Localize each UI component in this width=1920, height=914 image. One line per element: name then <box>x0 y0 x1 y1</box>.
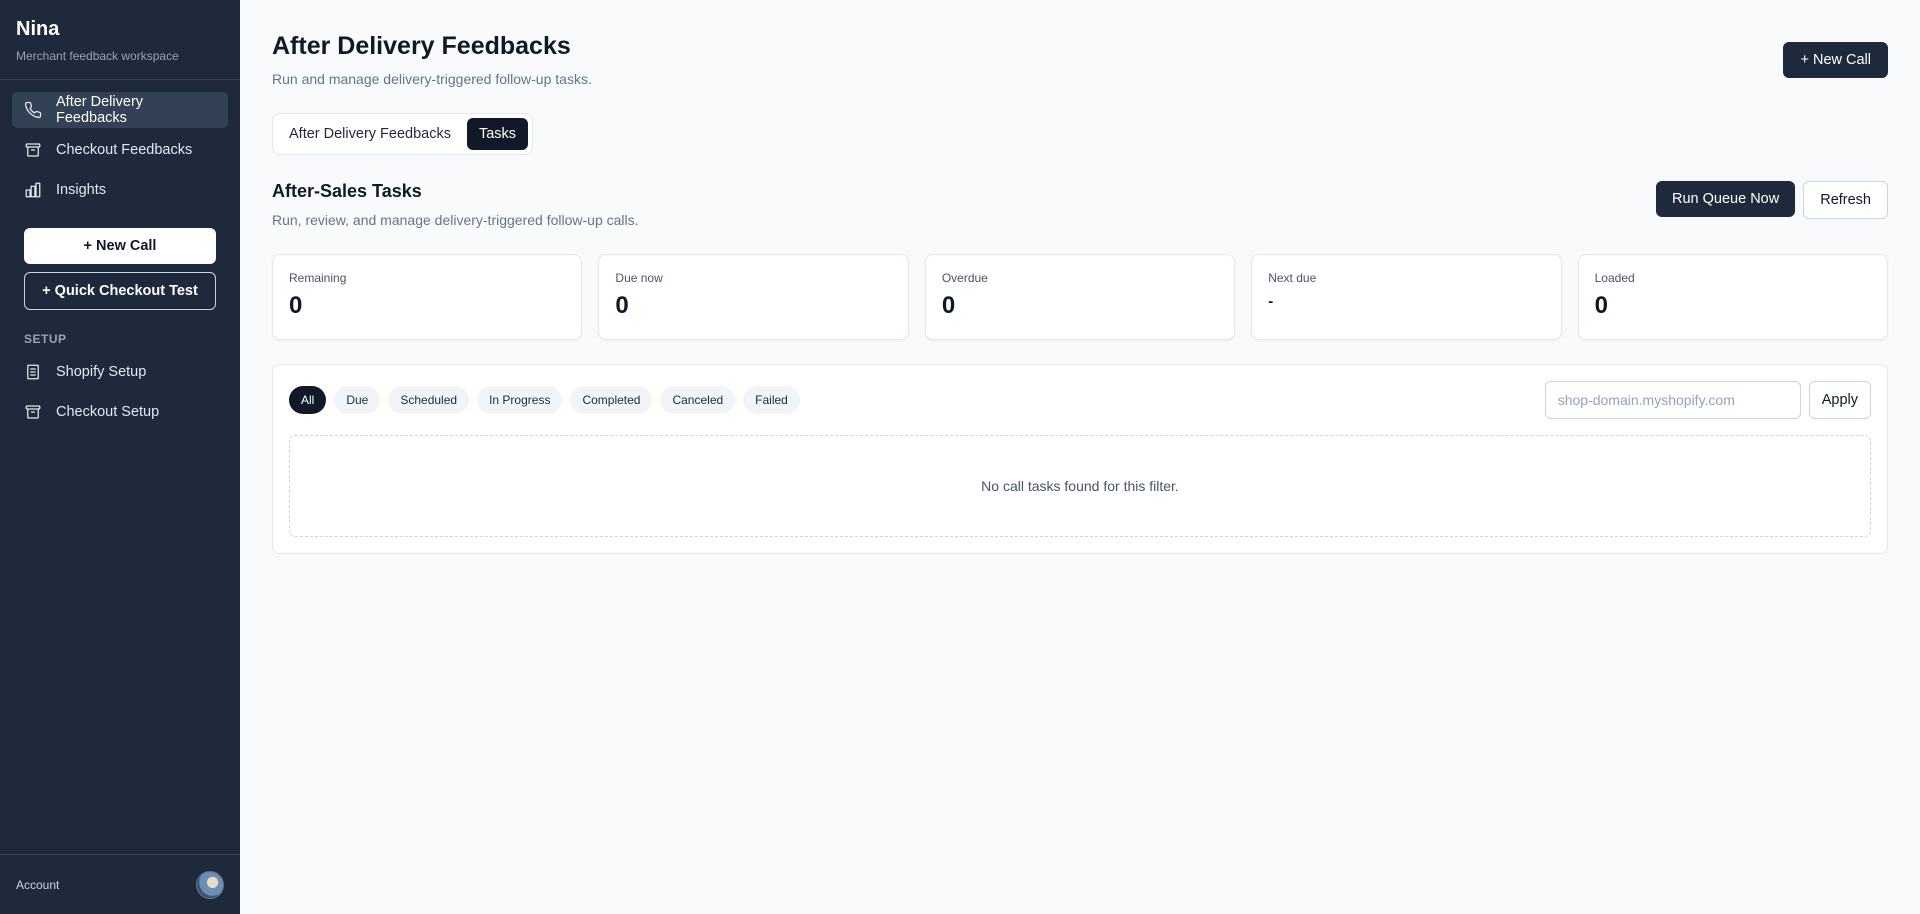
brand-name: Nina <box>16 18 60 40</box>
sidebar-item-checkout-feedbacks[interactable]: Checkout Feedbacks <box>12 132 228 168</box>
sidebar-actions: + New Call + Quick Checkout Test <box>0 212 240 310</box>
stat-value: 0 <box>289 292 303 319</box>
bar-chart-icon <box>25 182 41 198</box>
refresh-button[interactable]: Refresh <box>1803 181 1888 219</box>
stat-value: - <box>1268 293 1274 310</box>
brand-block: Nina Merchant feedback workspace <box>0 0 240 80</box>
archive-icon <box>25 143 41 157</box>
phone-icon <box>24 101 42 119</box>
main-content: After Delivery Feedbacks Run and manage … <box>240 0 1920 914</box>
sidebar-item-insights[interactable]: Insights <box>12 172 228 208</box>
sidebar-item-label: Checkout Setup <box>56 404 160 420</box>
stat-label: Next due <box>1268 271 1317 285</box>
sidebar-item-shopify-setup[interactable]: Shopify Setup <box>12 354 228 390</box>
document-icon <box>27 364 39 380</box>
sidebar-new-call-button[interactable]: + New Call <box>24 228 216 264</box>
stat-card-due-now: Due now 0 <box>598 254 909 340</box>
sidebar-item-checkout-setup[interactable]: Checkout Setup <box>12 394 228 430</box>
page-header: After Delivery Feedbacks Run and manage … <box>272 32 1888 87</box>
sidebar-item-label: Checkout Feedbacks <box>56 142 193 158</box>
tasks-section-header: After-Sales Tasks Run, review, and manag… <box>272 181 1888 228</box>
filter-toolbar: All Due Scheduled In Progress Completed … <box>289 381 1871 419</box>
page-title: After Delivery Feedbacks <box>272 32 571 60</box>
stat-card-loaded: Loaded 0 <box>1577 254 1889 340</box>
avatar[interactable] <box>196 870 224 899</box>
tab-tasks[interactable]: Tasks <box>466 118 529 150</box>
run-queue-now-button[interactable]: Run Queue Now <box>1656 181 1796 217</box>
stat-value: 0 <box>1594 292 1608 319</box>
setup-section-label: SETUP <box>24 332 67 346</box>
view-tabs: After Delivery Feedbacks Tasks <box>272 113 534 155</box>
account-label: Account <box>16 877 60 892</box>
stat-label: Remaining <box>289 271 347 285</box>
tab-after-delivery-feedbacks[interactable]: After Delivery Feedbacks <box>277 118 463 150</box>
filter-chip-in-progress[interactable]: In Progress <box>477 386 563 414</box>
empty-state-message: No call tasks found for this filter. <box>981 478 1179 494</box>
section-actions: Run Queue Now Refresh <box>1656 181 1888 219</box>
archive-icon <box>25 405 41 419</box>
filter-chip-due[interactable]: Due <box>334 386 381 414</box>
setup-nav: Shopify Setup Checkout Setup <box>0 354 240 434</box>
empty-state: No call tasks found for this filter. <box>289 435 1871 537</box>
stat-value: 0 <box>615 292 629 319</box>
section-title: After-Sales Tasks <box>272 181 422 201</box>
sidebar-footer: Account <box>0 854 240 914</box>
sidebar-item-label: Insights <box>56 182 106 198</box>
filter-chip-scheduled[interactable]: Scheduled <box>388 386 470 414</box>
sidebar: Nina Merchant feedback workspace After D… <box>0 0 240 914</box>
section-subtitle: Run, review, and manage delivery-trigger… <box>272 212 639 228</box>
stat-label: Due now <box>615 271 663 285</box>
stat-label: Loaded <box>1594 271 1635 285</box>
status-filter-chips: All Due Scheduled In Progress Completed … <box>289 386 800 414</box>
apply-button[interactable]: Apply <box>1808 381 1871 419</box>
shop-domain-input[interactable] <box>1544 381 1801 419</box>
sidebar-item-after-delivery-feedbacks[interactable]: After Delivery Feedbacks <box>12 92 228 128</box>
page-subtitle: Run and manage delivery-triggered follow… <box>272 71 592 87</box>
new-call-button[interactable]: + New Call <box>1783 42 1888 78</box>
stat-card-remaining: Remaining 0 <box>272 254 583 340</box>
stat-card-next-due: Next due - <box>1251 254 1562 340</box>
domain-filter: Apply <box>1544 381 1871 419</box>
quick-checkout-test-button[interactable]: + Quick Checkout Test <box>24 272 216 310</box>
stat-card-overdue: Overdue 0 <box>924 254 1236 340</box>
filter-chip-failed[interactable]: Failed <box>743 386 800 414</box>
sidebar-nav: After Delivery Feedbacks Checkout Feedba… <box>0 80 240 212</box>
filter-chip-canceled[interactable]: Canceled <box>660 386 736 414</box>
brand-subtitle: Merchant feedback workspace <box>16 49 179 63</box>
stat-value: 0 <box>941 292 956 319</box>
tasks-panel: All Due Scheduled In Progress Completed … <box>272 364 1888 554</box>
sidebar-item-label: After Delivery Feedbacks <box>56 94 144 126</box>
stat-label: Overdue <box>941 271 988 285</box>
filter-chip-completed[interactable]: Completed <box>570 386 653 414</box>
sidebar-item-label: Shopify Setup <box>56 364 147 380</box>
stats-row: Remaining 0 Due now 0 Overdue 0 Next due… <box>272 254 1889 340</box>
filter-chip-all[interactable]: All <box>289 386 327 414</box>
